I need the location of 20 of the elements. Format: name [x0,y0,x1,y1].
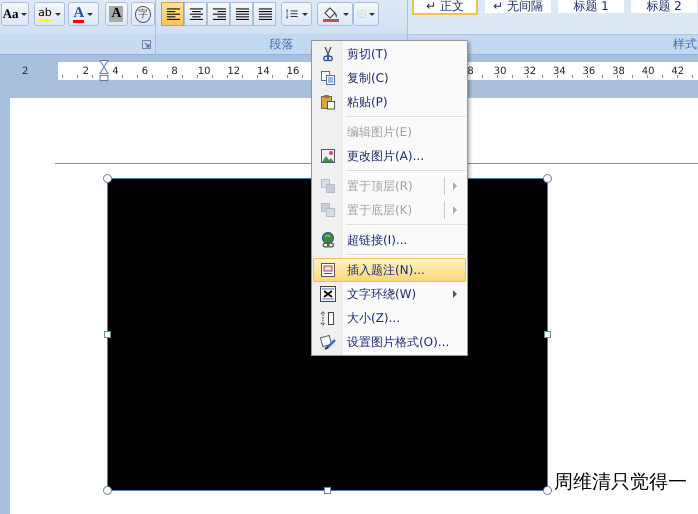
ruler-number: 38 [612,66,625,76]
ruler-number: 42 [671,66,684,76]
ruler-number: 2 [22,66,28,76]
ruler-number: 14 [256,66,270,76]
group-label: 段落 [270,36,294,52]
ruler-number: 34 [552,66,566,76]
ruler-number: 2 [82,66,89,76]
ruler-number: 12 [227,66,240,76]
ruler-number: 16 [286,66,300,76]
group-label: 样式 [673,36,697,54]
document-text: 周维清只觉得一 [554,470,687,495]
ruler-number: 6 [142,66,148,76]
ruler-number: 8 [171,66,178,76]
ruler-number: 10 [198,66,211,76]
ruler-number: 8 [467,66,474,76]
ruler-number: 36 [582,66,596,76]
ruler-number: 4 [112,66,119,76]
ruler-number: 32 [523,66,536,76]
ruler-number: 30 [494,66,506,76]
ruler-number: 40 [642,66,654,76]
